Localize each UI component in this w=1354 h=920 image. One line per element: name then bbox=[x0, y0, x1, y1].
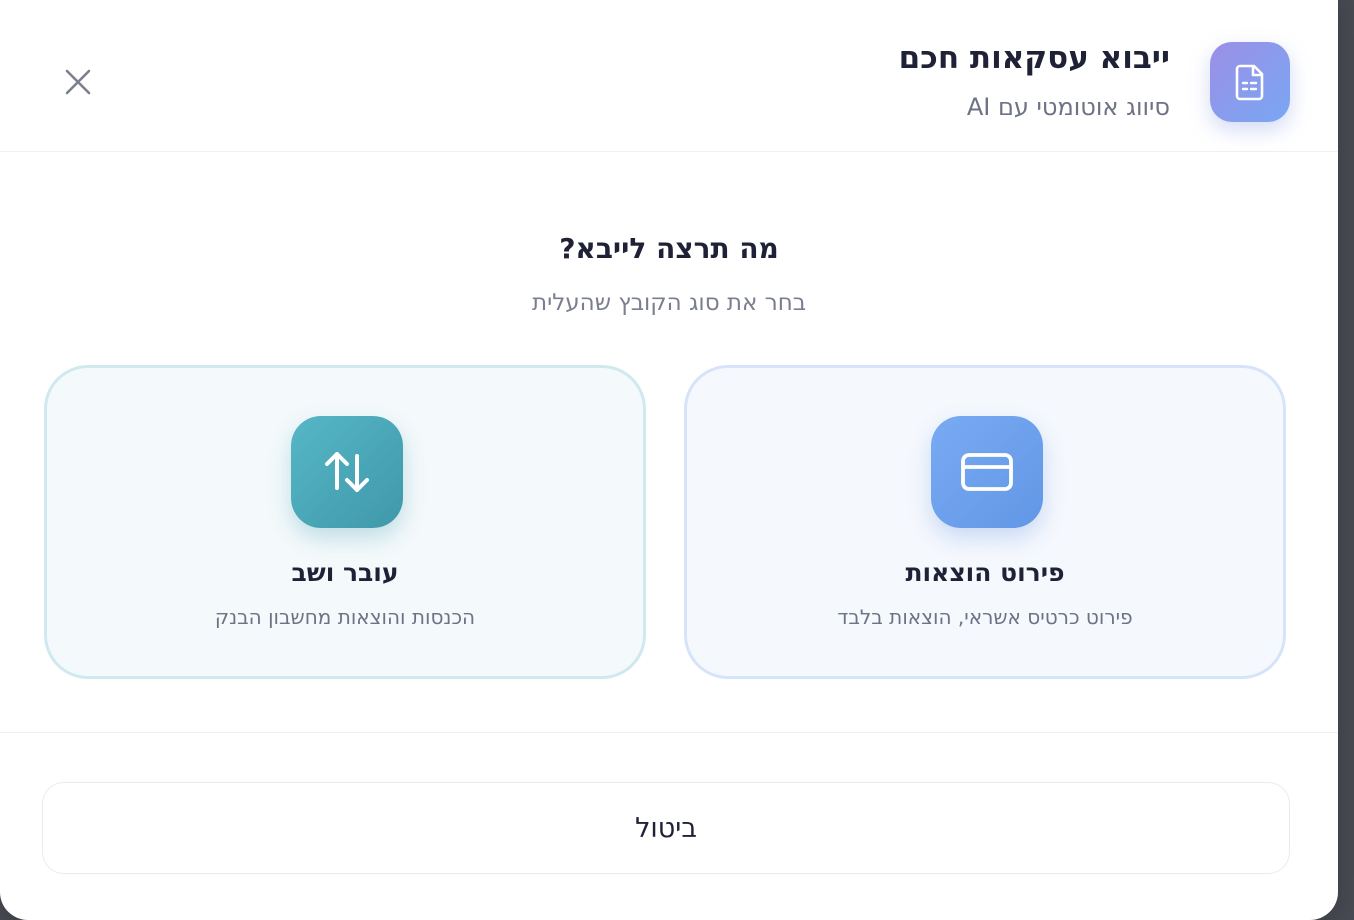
option-card-bank[interactable]: עובר ושב הכנסות והוצאות מחשבון הבנק bbox=[44, 365, 646, 679]
cancel-button[interactable]: ביטול bbox=[42, 782, 1290, 874]
bank-option-icon-badge bbox=[291, 416, 403, 528]
footer-divider bbox=[0, 732, 1338, 733]
dialog-title: ייבוא עסקאות חכם bbox=[898, 40, 1170, 76]
option-card-credit[interactable]: פירוט הוצאות פירוט כרטיס אשראי, הוצאות ב… bbox=[684, 365, 1286, 679]
option-title: פירוט הוצאות bbox=[905, 558, 1065, 587]
import-dialog: ייבוא עסקאות חכם סיווג אוטומטי עם AI מה … bbox=[0, 0, 1338, 920]
dialog-header: ייבוא עסקאות חכם סיווג אוטומטי עם AI bbox=[0, 0, 1338, 152]
close-button[interactable] bbox=[58, 62, 98, 102]
import-hint: בחר את סוג הקובץ שהעלית bbox=[531, 290, 807, 316]
header-icon-badge bbox=[1210, 42, 1290, 122]
close-icon bbox=[65, 69, 91, 95]
dialog-subtitle: סיווג אוטומטי עם AI bbox=[966, 93, 1170, 121]
document-icon bbox=[1235, 64, 1264, 101]
option-description: פירוט כרטיס אשראי, הוצאות בלבד bbox=[837, 605, 1133, 629]
option-description: הכנסות והוצאות מחשבון הבנק bbox=[214, 605, 476, 629]
import-question: מה תרצה לייבא? bbox=[559, 232, 779, 265]
option-title: עובר ושב bbox=[291, 558, 399, 587]
credit-option-icon-badge bbox=[931, 416, 1043, 528]
arrows-up-down-icon bbox=[325, 452, 369, 492]
credit-card-icon bbox=[961, 453, 1013, 491]
